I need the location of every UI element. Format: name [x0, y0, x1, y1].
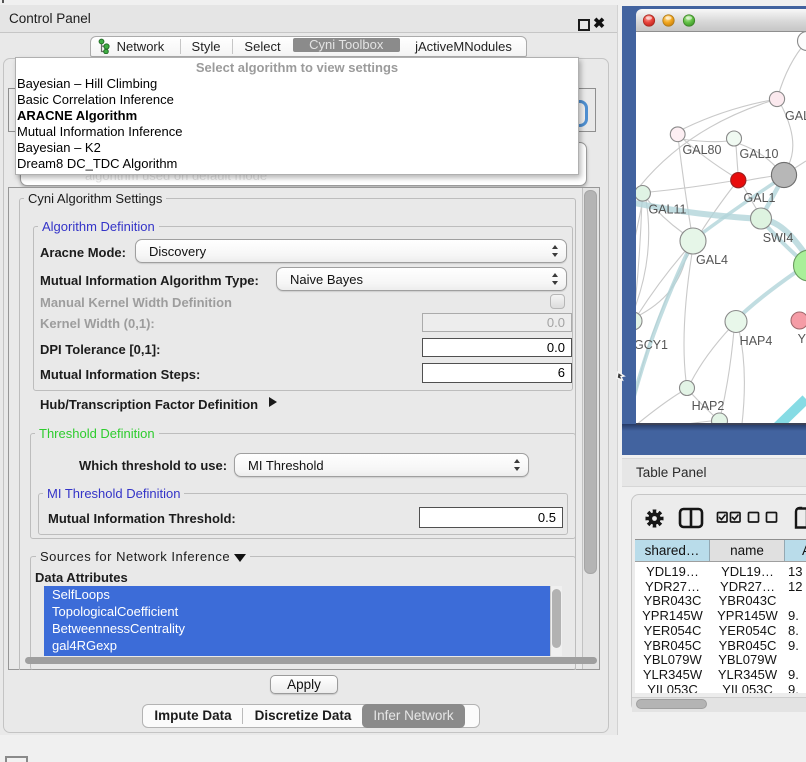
svg-text:HAP4: HAP4: [740, 334, 773, 348]
svg-text:SWI4: SWI4: [763, 231, 794, 245]
svg-text:GAL4: GAL4: [696, 253, 728, 267]
svg-text:GAL10: GAL10: [740, 147, 779, 161]
svg-text:GAL7: GAL7: [785, 109, 806, 123]
svg-text:YE: YE: [798, 332, 806, 346]
svg-text:GAL80: GAL80: [683, 143, 722, 157]
svg-text:GAL1: GAL1: [744, 191, 776, 205]
svg-text:HAP2: HAP2: [692, 399, 725, 413]
svg-text:GCY1: GCY1: [636, 338, 668, 352]
svg-text:GAL11: GAL11: [649, 203, 687, 217]
